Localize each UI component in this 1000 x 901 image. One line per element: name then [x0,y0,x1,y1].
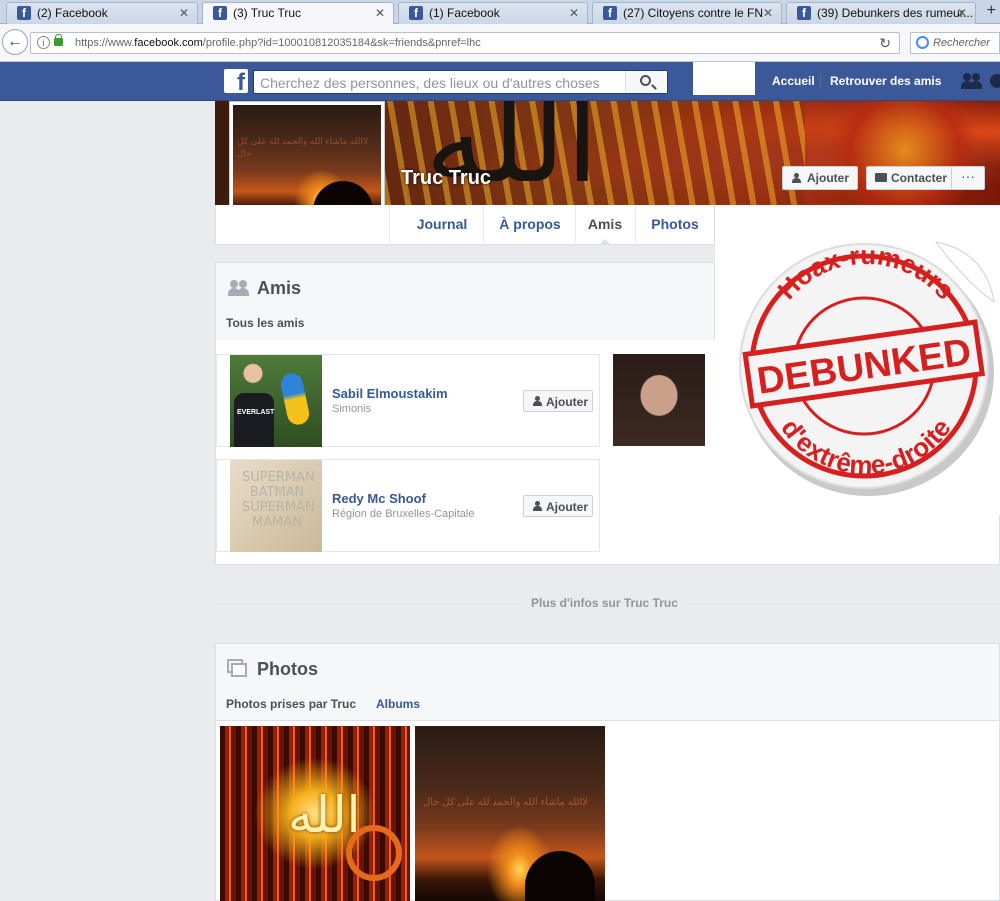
bag-print: SUPERMAN BATMAN SUPERMAN MAMAN [242,470,315,530]
browser-navbar: ← i https://www.facebook.com/profile.php… [0,24,1000,62]
friend-photo[interactable] [613,354,705,446]
new-tab-icon[interactable]: + [987,2,996,20]
nav-divider [820,74,821,90]
close-tab-icon[interactable]: ✕ [569,6,579,20]
photo-thumbnail[interactable]: ﻟﺎﺍﻟﻠﻪ ﻣﺎﺷﺎﺀ ﺍﻟﻠﻪ ﻭﺍﻟﺤﻤﺪ ﻟﻠﻪ ﻋﻠﻰ ﻛﻞ ﺣﺎﻝ [415,726,605,901]
home-link[interactable]: Accueil [772,74,815,88]
friend-requests-icon[interactable] [960,72,984,90]
timeline-nav: Journal À propos Amis Photos [215,205,715,245]
friend-photo[interactable]: SUPERMAN BATMAN SUPERMAN MAMAN [230,460,322,552]
tab-friends[interactable]: Amis [576,205,634,245]
profile-name[interactable]: Truc Truc [401,167,491,190]
friend-name[interactable]: Sabil Elmoustakim [332,386,448,401]
back-arrow-icon[interactable]: ← [2,29,28,55]
close-tab-icon[interactable]: ✕ [763,6,773,20]
search-button[interactable] [625,71,667,93]
search-icon [640,75,651,86]
profile-shortcut[interactable] [693,62,755,95]
add-friend-button[interactable]: Ajouter [523,495,593,517]
arabic-text-artwork: ﻟﺎﺍﻟﻠﻪ ﻣﺎﺷﺎﺀ ﺍﻟﻠﻪ ﻭﺍﻟﺤﻤﺪ ﻟﻠﻪ ﻋﻠﻰ ﻛﻞ ﺣﺎﻝ [423,797,588,808]
parrot [278,371,312,427]
calligraphy-artwork: الله [288,786,361,844]
friends-icon [227,279,251,297]
lock-icon[interactable] [54,34,63,46]
arabic-text-artwork: ﻟﺎﺍﻟﻠﻪ ﻣﺎﺷﺎﺀ ﺍﻟﻠﻪ ﻭﺍﻟﺤﻤﺪ ﻟﻠﻪ ﻋﻠﻰ ﻛﻞ ﺣﺎﻝ [237,136,369,158]
browser-search-box[interactable]: Rechercher [910,32,1000,54]
tab-label: (1) Facebook [429,6,500,20]
tab-label: (39) Debunkers des rumeur... [817,6,974,20]
browser-tab-bar: f (2) Facebook ✕ f (3) Truc Truc ✕ f (1)… [0,0,1000,25]
search-engine-icon [916,36,929,49]
close-tab-icon[interactable]: ✕ [375,6,385,20]
friend-photo[interactable]: EVERLAST [230,355,322,447]
facebook-favicon-icon: f [213,6,227,20]
add-friend-button[interactable]: Ajouter [782,166,858,190]
tab-label: (27) Citoyens contre le FN [623,6,764,20]
tab-journal[interactable]: Journal [399,205,485,245]
browser-tab-4[interactable]: f (27) Citoyens contre le FN ✕ [592,2,782,24]
facebook-search [253,70,668,94]
browser-tab-5[interactable]: f (39) Debunkers des rumeur... ✕ [786,2,976,24]
facebook-header: f Accueil Retrouver des amis [0,62,1000,101]
search-input[interactable] [260,75,630,91]
nav-divider [389,205,390,245]
address-bar[interactable]: i https://www.facebook.com/profile.php?i… [30,32,900,54]
friend-location: Région de Bruxelles-Capitale [332,508,475,520]
add-friend-icon [792,173,802,184]
add-friend-icon [533,396,543,407]
url-text[interactable]: https://www.facebook.com/profile.php?id=… [75,37,481,49]
friends-card-title: Amis [257,278,302,298]
message-icon [875,173,887,182]
friend-name[interactable]: Redy Mc Shoof [332,491,426,506]
find-friends-link[interactable]: Retrouver des amis [830,74,941,88]
info-icon[interactable]: i [37,36,50,49]
add-friend-icon [533,501,543,512]
tab-label: (3) Truc Truc [233,6,302,20]
messages-icon[interactable] [990,74,1000,88]
facebook-logo-icon[interactable]: f [224,69,248,93]
tab-photos-by[interactable]: Photos prises par Truc [226,697,356,711]
palm-silhouette [525,851,595,901]
more-options-button[interactable]: ··· [951,166,985,190]
browser-tab-3[interactable]: f (1) Facebook ✕ [398,2,588,24]
tab-about[interactable]: À propos [486,205,574,245]
decorative-rings [346,825,402,881]
facebook-favicon-icon: f [603,6,617,20]
facebook-favicon-icon: f [797,6,811,20]
browser-tab-1[interactable]: f (2) Facebook ✕ [6,2,198,24]
close-tab-icon[interactable]: ✕ [179,6,189,20]
reload-icon[interactable]: ↻ [879,35,891,52]
tab-all-friends[interactable]: Tous les amis [226,316,304,330]
more-info-link[interactable]: Plus d'infos sur Truc Truc [521,596,688,610]
tab-photos[interactable]: Photos [636,205,714,245]
shirt: EVERLAST [234,393,274,447]
tab-label: (2) Facebook [37,6,108,20]
add-friend-button[interactable]: Ajouter [523,390,593,412]
photos-icon [227,659,247,677]
contact-button[interactable]: Contacter [866,166,957,190]
facebook-favicon-icon: f [409,6,423,20]
friend-item: EVERLAST Sabil Elmoustakim Simonis Ajout… [216,354,600,447]
tab-albums[interactable]: Albums [376,697,420,711]
close-tab-icon[interactable]: ✕ [957,6,967,20]
photo-thumbnail[interactable]: الله [220,726,410,901]
friend-item: SUPERMAN BATMAN SUPERMAN MAMAN Redy Mc S… [216,459,600,552]
facebook-favicon-icon: f [17,6,31,20]
friend-location: Simonis [332,403,372,415]
nav-divider [483,205,484,245]
photos-card-title: Photos [257,659,318,679]
debunked-stamp: Hoax-rumeurs d'extrême-droite DEBUNKED [739,240,995,496]
browser-tab-2[interactable]: f (3) Truc Truc ✕ [202,2,394,25]
